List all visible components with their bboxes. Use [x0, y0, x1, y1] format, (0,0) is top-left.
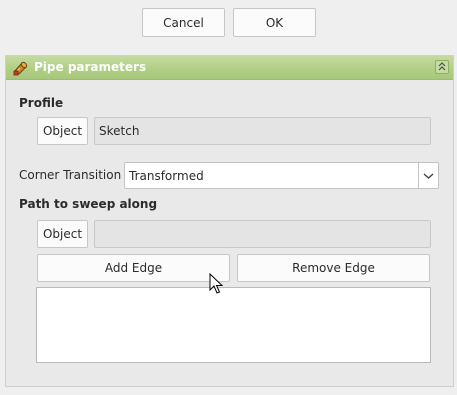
collapse-chevrons-icon[interactable] [435, 60, 449, 74]
pipe-icon [13, 59, 30, 76]
edge-list[interactable] [36, 287, 431, 363]
profile-section-label: Profile [19, 96, 64, 110]
mouse-cursor-icon [209, 272, 224, 295]
path-value-field [94, 220, 431, 248]
panel-title: Pipe parameters [34, 60, 147, 74]
add-edge-button[interactable]: Add Edge [37, 254, 230, 282]
remove-edge-button[interactable]: Remove Edge [237, 254, 430, 282]
corner-transition-label: Corner Transition [19, 168, 122, 182]
path-object-button[interactable]: Object [37, 220, 88, 248]
profile-object-button[interactable]: Object [37, 117, 88, 145]
ok-button[interactable]: OK [233, 8, 316, 37]
cancel-button[interactable]: Cancel [142, 8, 225, 37]
pipe-parameters-panel: Pipe parameters Profile Object Sketch Co… [5, 55, 454, 387]
chevron-down-icon[interactable] [418, 163, 438, 188]
path-section-label: Path to sweep along [19, 197, 158, 211]
profile-value-field: Sketch [94, 117, 431, 145]
panel-header[interactable]: Pipe parameters [6, 56, 453, 80]
corner-transition-select[interactable]: Transformed [124, 162, 439, 189]
corner-transition-value: Transformed [129, 168, 204, 183]
